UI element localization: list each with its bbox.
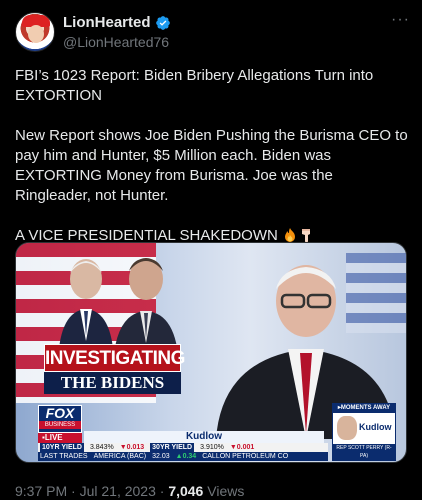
ticker-value-10yr: 3.843% xyxy=(89,444,114,451)
views-count: 7,046 xyxy=(168,483,204,499)
fox-business-logo: FOX BUSINESS xyxy=(38,405,82,433)
the-bidens-banner: THE BIDENS xyxy=(44,372,181,394)
moments-away-promo: ▸MOMENTS AWAY Kudlow REP SCOTT PERRY (R-… xyxy=(332,403,396,461)
ticker-change-10yr: ▼0.013 xyxy=(119,444,145,451)
moments-show-name: Kudlow xyxy=(359,422,392,432)
tweet-text: FBI’s 1023 Report: Biden Bribery Allegat… xyxy=(15,66,410,246)
pointing-down-emoji-icon xyxy=(302,229,311,243)
business-logo-text: BUSINESS xyxy=(39,421,81,429)
ticker-item-2: CALLON PETROLEUM CO xyxy=(202,453,289,460)
ticker-value-30yr: 3.910% xyxy=(200,444,224,451)
avatar-face xyxy=(28,25,44,43)
views-label: Views xyxy=(203,483,245,499)
show-name-bar: Kudlow xyxy=(84,431,324,443)
live-label: LIVE xyxy=(44,433,63,442)
ticker-label-10yr: 10YR YIELD xyxy=(40,443,84,452)
display-name-row: LionHearted xyxy=(63,13,171,32)
display-name[interactable]: LionHearted xyxy=(63,14,151,31)
tweet-timestamp[interactable]: 9:37 PM · Jul 21, 2023 · xyxy=(15,483,168,499)
ticker-label-30yr: 30YR YIELD xyxy=(150,443,195,452)
handle[interactable]: @LionHearted76 xyxy=(63,34,171,50)
guest-thumbnail xyxy=(337,416,357,440)
tweet-paragraph-1: FBI’s 1023 Report: Biden Bribery Allegat… xyxy=(15,67,374,104)
tweet: LionHearted @LionHearted76 ··· FBI’s 102… xyxy=(0,0,422,500)
ticker-item-1: AMERICA (BAC) xyxy=(93,453,147,460)
author-names: LionHearted @LionHearted76 xyxy=(63,13,171,50)
ticker-last-trades-label: LAST TRADES xyxy=(40,453,88,460)
moments-away-label: ▸MOMENTS AWAY xyxy=(333,404,395,413)
ticker-trades: LAST TRADES AMERICA (BAC) 32.03 ▲0.34 CA… xyxy=(38,452,328,461)
fox-logo-text: FOX xyxy=(45,405,75,421)
ticker-yields: 10YR YIELD 3.843% ▼0.013 30YR YIELD 3.91… xyxy=(38,443,328,452)
more-options-icon[interactable]: ··· xyxy=(391,12,410,28)
live-badge: ▪LIVE xyxy=(38,433,82,443)
ticker-price-1: 32.03 xyxy=(152,453,170,460)
fire-emoji-icon xyxy=(285,228,296,242)
show-name: Kudlow xyxy=(185,431,223,442)
ticker-change-30yr: ▼0.001 xyxy=(229,444,255,451)
tweet-media-video[interactable]: INVESTIGATING THE BIDENS FOX BUSINESS ▪L… xyxy=(15,242,407,463)
avatar[interactable] xyxy=(15,12,55,52)
ticker-change-1: ▲0.34 xyxy=(175,453,197,460)
tweet-paragraph-2: New Report shows Joe Biden Pushing the B… xyxy=(15,127,408,204)
moments-guest-name: REP SCOTT PERRY (R-PA) xyxy=(333,444,395,460)
tweet-meta: 9:37 PM · Jul 21, 2023 · 7,046 Views xyxy=(15,483,244,499)
tweet-header: LionHearted @LionHearted76 ··· xyxy=(15,12,410,56)
investigating-banner: INVESTIGATING xyxy=(44,344,185,372)
verified-badge-icon xyxy=(155,15,170,30)
